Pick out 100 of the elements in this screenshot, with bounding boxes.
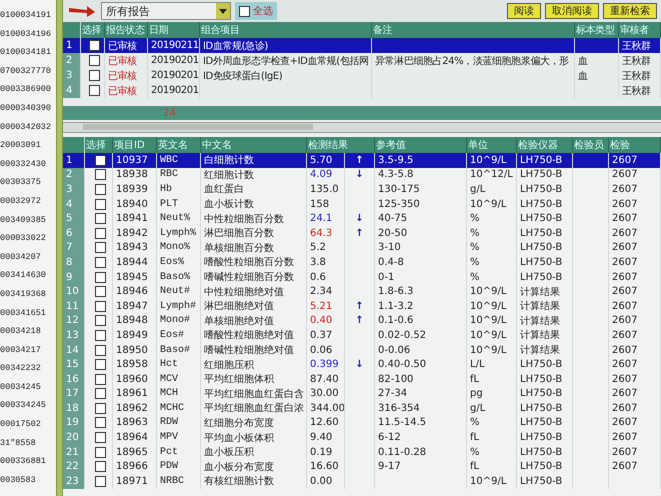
record-id[interactable]: 003419368 — [0, 284, 56, 304]
result-row[interactable]: 4 18940 PLT 血小板计数 158 125-350 10^9/L LH750-B 2607 — [63, 196, 661, 212]
report-row[interactable]: 4 已审核 20190201 王秋群 — [63, 83, 661, 98]
toolbar-button[interactable]: 重新检索 — [603, 3, 657, 19]
result-row[interactable]: 2 18938 RBC 红细胞计数 4.09 ↓ 4.3-5.8 10^12/L LH750-B 2607 — [63, 168, 661, 182]
row-checkbox[interactable] — [94, 432, 106, 444]
result-row[interactable]: 20 18964 MPV 平均血小板体积 9.40 6-12 fL LH750-B 2607 — [63, 430, 661, 445]
toolbar-button[interactable]: 阅读 — [507, 3, 541, 19]
record-id[interactable]: 00034207 — [0, 248, 56, 266]
record-id[interactable]: 00342232 — [0, 359, 56, 378]
result-row[interactable]: 22 18966 PDW 血小板分布宽度 16.60 9-17 fL LH750-B 2607 — [63, 459, 661, 474]
table-cell: 20190211 — [148, 38, 200, 53]
result-row[interactable]: 13 18949 Eos# 嗜酸性粒细胞绝对值 0.37 0.02-0.52 10^9/L 计算结果 2607 — [63, 328, 661, 343]
record-id[interactable]: 000332430 — [0, 154, 56, 174]
result-row[interactable]: 18 18962 MCHC 平均红细胞血红蛋白浓 344.00 316-354 g/L LH750-B 2607 — [63, 401, 661, 416]
record-id[interactable]: 00034217 — [0, 340, 56, 360]
record-id[interactable]: 0000342032 — [0, 118, 56, 136]
record-id[interactable]: 003409385 — [0, 210, 56, 230]
result-row[interactable]: 21 18965 Pct 血小板压积 0.19 0.11-0.28 % LH750-B 2607 — [63, 444, 661, 460]
row-checkbox[interactable] — [94, 198, 106, 210]
result-row[interactable]: 12 18948 Mono# 单核细胞绝对值 0.40 ↑ 0.1-0.6 10^9/L 计算结果 2607 — [63, 314, 661, 328]
row-checkbox[interactable] — [94, 272, 106, 283]
report-filter-dropdown[interactable]: 所有报告 — [101, 2, 231, 20]
row-checkbox[interactable] — [94, 300, 106, 312]
table-cell: 5.2 — [307, 240, 345, 256]
row-checkbox[interactable] — [94, 242, 106, 254]
record-id[interactable]: 0100034181 — [0, 43, 56, 62]
table-cell: MCH — [157, 386, 201, 402]
result-row[interactable]: 9 18945 Baso% 嗜碱性粒细胞百分数 0.6 0-1 % LH750-B 2607 — [63, 270, 661, 284]
result-row[interactable]: 5 18941 Neut% 中性粒细胞百分数 24.1 ↓ 40-75 % LH750-B 2607 — [63, 211, 661, 226]
row-checkbox[interactable] — [94, 388, 106, 400]
report-row[interactable]: 1 已审核 20190211 ID血常规(急诊) 王秋群 — [63, 38, 661, 53]
row-checkbox[interactable] — [94, 184, 106, 195]
row-checkbox[interactable] — [94, 344, 106, 356]
row-checkbox[interactable] — [94, 476, 106, 487]
record-id[interactable]: 00034245 — [0, 378, 56, 396]
row-checkbox[interactable] — [94, 315, 106, 326]
toolbar-button[interactable]: 取消阅读 — [545, 3, 599, 19]
table-cell: 18964 — [113, 430, 157, 445]
record-id[interactable]: 0003386900 — [0, 80, 56, 99]
result-row[interactable]: 11 18947 Lymph# 淋巴细胞绝对值 5.21 ↑ 1.1-3.2 10^9/L 计算结果 2607 — [63, 298, 661, 314]
row-number: 11 — [63, 298, 85, 314]
row-checkbox[interactable] — [94, 169, 106, 180]
row-checkbox[interactable] — [88, 40, 100, 51]
table-cell: 27-34 — [375, 386, 467, 402]
row-checkbox[interactable] — [94, 228, 106, 239]
record-id[interactable]: 000033022 — [0, 229, 56, 248]
row-checkbox[interactable] — [94, 154, 106, 166]
table-cell: 0.06 — [307, 342, 345, 358]
horizontal-scrollbar[interactable] — [63, 122, 661, 133]
record-id[interactable]: 20003091 — [0, 136, 56, 155]
row-checkbox[interactable] — [94, 417, 106, 428]
row-checkbox[interactable] — [94, 402, 106, 414]
select-all-checkbox[interactable]: 全选 — [235, 2, 277, 20]
record-id[interactable]: 0100034191 — [0, 6, 56, 25]
result-row[interactable]: 14 18950 Baso# 嗜碱性粒细胞绝对值 0.06 0-0.06 10^9/L 计算结果 2607 — [63, 342, 661, 358]
table-cell: NRBC — [157, 474, 201, 489]
row-checkbox[interactable] — [88, 55, 100, 66]
row-checkbox[interactable] — [94, 446, 106, 458]
row-number: 21 — [63, 444, 85, 460]
record-id[interactable]: 000334245 — [0, 396, 56, 416]
record-id[interactable]: 003414630 — [0, 266, 56, 285]
row-checkbox[interactable] — [94, 374, 106, 385]
table-cell: 4.3-5.8 — [375, 168, 467, 182]
row-checkbox[interactable] — [94, 256, 106, 268]
table-cell: 10^9/L — [467, 284, 517, 299]
result-row[interactable]: 8 18944 Eos% 嗜酸性粒细胞百分数 3.8 0.4-8 % LH750-B 2607 — [63, 255, 661, 270]
row-checkbox[interactable] — [94, 330, 106, 341]
result-row[interactable]: 3 18939 Hb 血红蛋白 135.0 130-175 g/L LH750-B 2607 — [63, 182, 661, 197]
result-row[interactable]: 7 18943 Mono% 单核细胞百分数 5.2 3-10 % LH750-B 2607 — [63, 240, 661, 256]
record-id[interactable]: 0700327770 — [0, 62, 56, 80]
table-cell: 10^9/L — [467, 298, 517, 314]
table-cell: 平均血小板体积 — [201, 430, 307, 445]
result-row[interactable]: 17 18961 MCH 平均红细胞血红蛋白含 30.00 27-34 pg LH750-B 2607 — [63, 386, 661, 402]
row-number: 12 — [63, 314, 85, 328]
record-id[interactable]: 00017502 — [0, 415, 56, 434]
record-id[interactable]: 00032972 — [0, 192, 56, 211]
row-checkbox[interactable] — [94, 213, 106, 224]
report-row[interactable]: 3 已审核 20190201 ID免疫球蛋白(IgE) 血 王秋群 — [63, 68, 661, 83]
record-id[interactable]: 0000340390 — [0, 98, 56, 118]
row-checkbox[interactable] — [94, 359, 106, 370]
record-id[interactable]: 00034218 — [0, 322, 56, 341]
result-row[interactable]: 19 18963 RDW 红细胞分布宽度 12.60 11.5-14.5 % LH750-B 2607 — [63, 416, 661, 430]
result-row[interactable]: 23 18971 NRBC 有核红细胞计数 0.00 10^9/L LH750-B — [63, 474, 661, 489]
result-row[interactable]: 16 18960 MCV 平均红细胞体积 87.40 82-100 fL LH750-B 2607 — [63, 372, 661, 386]
result-row[interactable]: 6 18942 Lymph% 淋巴细胞百分数 64.3 ↑ 20-50 % LH750-B 2607 — [63, 226, 661, 241]
record-id[interactable]: 31"8558 — [0, 434, 56, 452]
row-checkbox[interactable] — [88, 70, 100, 81]
record-id[interactable]: 000336881 — [0, 452, 56, 471]
result-row[interactable]: 15 18958 Hct 红细胞压积 0.399 ↓ 0.40-0.50 L/L LH750-B 2607 — [63, 357, 661, 372]
result-row[interactable]: 1 10937 WBC 白细胞计数 5.70 ↑ 3.5-9.5 10^9/L LH750-B 2607 — [63, 153, 661, 168]
record-id[interactable]: 0030583 — [0, 470, 56, 490]
row-checkbox[interactable] — [94, 461, 106, 472]
record-id[interactable]: 000341651 — [0, 304, 56, 322]
row-checkbox[interactable] — [88, 85, 100, 96]
result-row[interactable]: 10 18946 Neut# 中性粒细胞绝对值 2.34 1.8-6.3 10^9/L 计算结果 2607 — [63, 284, 661, 299]
record-id[interactable]: 0100034196 — [0, 24, 56, 44]
record-id[interactable]: 00303375 — [0, 173, 56, 192]
row-checkbox[interactable] — [94, 286, 106, 298]
report-row[interactable]: 2 已审核 20190201 ID外周血形态学检查+ID血常规(包括网 异常淋巴细胞占24%，淡蓝细胞胞浆偏大，形 血 王秋群 — [63, 53, 661, 68]
